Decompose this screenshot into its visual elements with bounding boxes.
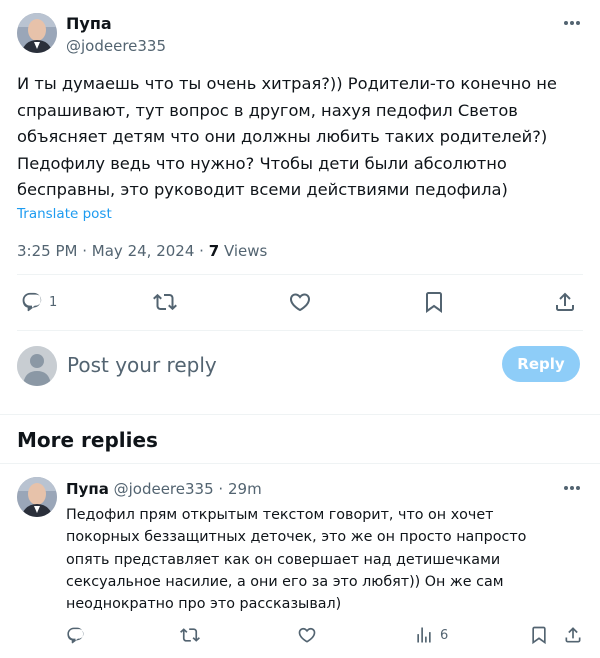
- reply-post[interactable]: Пупа @jodeere335 · 29m Педофил прям откр…: [0, 464, 600, 658]
- reply-separator: ·: [218, 480, 224, 498]
- reply-count: 1: [49, 294, 58, 310]
- views-icon: [417, 627, 431, 643]
- like-button[interactable]: [288, 287, 312, 317]
- reply-submit-button[interactable]: Reply: [502, 346, 580, 382]
- share-icon: [556, 292, 574, 311]
- repost-button[interactable]: [153, 287, 177, 317]
- post-text: И ты думаешь что ты очень хитрая?)) Роди…: [17, 74, 557, 199]
- meta-separator: ·: [199, 242, 204, 260]
- reply-icon: [67, 627, 84, 643]
- author-handle[interactable]: @jodeere335: [66, 37, 166, 55]
- like-icon: [298, 627, 316, 643]
- like-icon: [289, 293, 311, 312]
- more-options-button[interactable]: [560, 11, 584, 35]
- reply-author-avatar[interactable]: [17, 477, 57, 517]
- post-meta: 3:25 PM · May 24, 2024 · 7 Views: [17, 242, 267, 260]
- bookmark-icon: [426, 292, 442, 313]
- repost-button[interactable]: [180, 624, 200, 646]
- post-time[interactable]: 3:25 PM: [17, 242, 77, 260]
- more-replies-title: More replies: [17, 428, 158, 452]
- reply-action-bar: 6: [66, 624, 586, 646]
- more-icon: [564, 21, 580, 25]
- divider: [17, 274, 583, 275]
- post-date[interactable]: May 24, 2024: [92, 242, 195, 260]
- reply-icon: [22, 292, 42, 312]
- main-post: Пупа @jodeere335 И ты думаешь что ты оче…: [0, 0, 600, 415]
- share-icon: [565, 627, 581, 643]
- reply-more-options-button[interactable]: [560, 476, 584, 500]
- views-label: Views: [223, 242, 268, 260]
- reply-button[interactable]: 1: [21, 287, 57, 317]
- bookmark-button[interactable]: [422, 287, 446, 317]
- translate-post-link[interactable]: Translate post: [17, 206, 112, 222]
- bookmark-icon: [532, 626, 546, 645]
- reply-author-handle[interactable]: @jodeere335: [114, 480, 214, 498]
- reply-input[interactable]: [67, 350, 487, 380]
- user-avatar[interactable]: [17, 346, 57, 386]
- author-name[interactable]: Пупа: [66, 14, 112, 33]
- author-avatar[interactable]: [17, 13, 57, 53]
- views-count: 7: [208, 242, 220, 260]
- post-action-bar: 1: [17, 287, 583, 317]
- share-button[interactable]: [563, 624, 583, 646]
- repost-icon: [153, 293, 177, 311]
- repost-icon: [180, 628, 200, 642]
- bookmark-button[interactable]: [529, 624, 549, 646]
- reply-button[interactable]: [66, 624, 85, 646]
- reply-author-name[interactable]: Пупа: [66, 480, 109, 498]
- like-button[interactable]: [297, 624, 317, 646]
- reply-time[interactable]: 29m: [228, 480, 262, 498]
- reply-header: Пупа @jodeere335 · 29m: [66, 480, 262, 498]
- reply-text: Педофил прям открытым текстом говорит, ч…: [66, 507, 527, 613]
- meta-separator: ·: [82, 242, 88, 260]
- views-button[interactable]: 6: [414, 624, 448, 646]
- views-count: 6: [440, 627, 449, 643]
- share-button[interactable]: [553, 287, 577, 317]
- divider: [17, 330, 583, 331]
- more-icon: [564, 486, 580, 490]
